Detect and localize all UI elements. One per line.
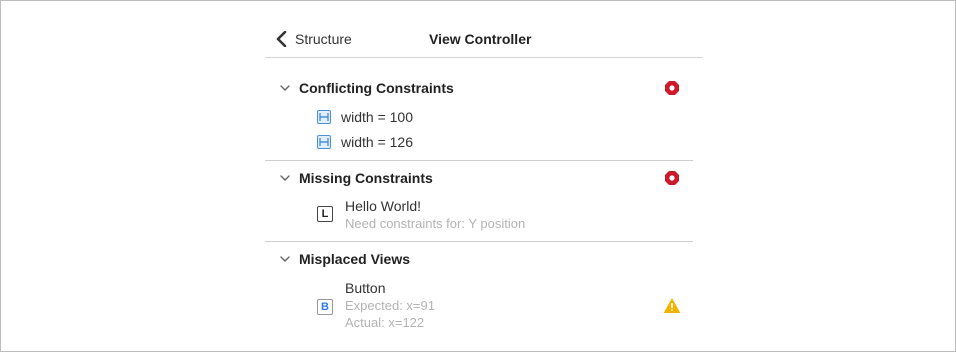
section-missing-constraints[interactable]: Missing Constraints — [265, 167, 703, 189]
constraint-row-width-100[interactable]: width = 100 — [317, 108, 413, 126]
section-title: Misplaced Views — [299, 251, 411, 267]
section-conflicting-constraints[interactable]: Conflicting Constraints — [265, 77, 703, 99]
navigation-bar: Structure View Controller — [265, 0, 703, 58]
warning-triangle-icon — [664, 298, 680, 313]
section-misplaced-views[interactable]: Misplaced Views — [265, 248, 703, 270]
constraint-label: width = 100 — [341, 109, 413, 125]
section-divider — [265, 160, 693, 161]
section-title: Conflicting Constraints — [299, 80, 454, 96]
misplaced-row-button[interactable]: B Button Expected: x=91 Actual: x=122 — [317, 280, 435, 331]
constraint-label: width = 126 — [341, 134, 413, 150]
section-title: Missing Constraints — [299, 170, 433, 186]
back-button-label: Structure — [295, 31, 352, 47]
button-icon: B — [317, 299, 333, 315]
expected-position: Expected: x=91 — [345, 298, 435, 313]
section-divider — [265, 241, 693, 242]
view-name: Button — [345, 280, 386, 296]
chevron-down-icon[interactable] — [279, 172, 291, 184]
view-name: Hello World! — [345, 198, 421, 214]
missing-row-hello-world[interactable]: L Hello World! Need constraints for: Y p… — [317, 198, 525, 232]
page-title: View Controller — [429, 31, 532, 47]
label-icon: L — [317, 206, 333, 222]
issue-detail: Need constraints for: Y position — [345, 216, 526, 231]
chevron-down-icon[interactable] — [279, 82, 291, 94]
width-constraint-icon — [317, 135, 331, 149]
actual-position: Actual: x=122 — [345, 315, 425, 330]
issue-navigator-panel: Structure View Controller Conflicting Co… — [265, 0, 703, 352]
error-octagon-icon — [665, 171, 679, 185]
back-button[interactable]: Structure — [275, 29, 352, 49]
constraint-row-width-126[interactable]: width = 126 — [317, 133, 413, 151]
chevron-left-icon — [276, 31, 287, 47]
error-octagon-icon — [665, 81, 679, 95]
chevron-down-icon[interactable] — [279, 253, 291, 265]
width-constraint-icon — [317, 110, 331, 124]
